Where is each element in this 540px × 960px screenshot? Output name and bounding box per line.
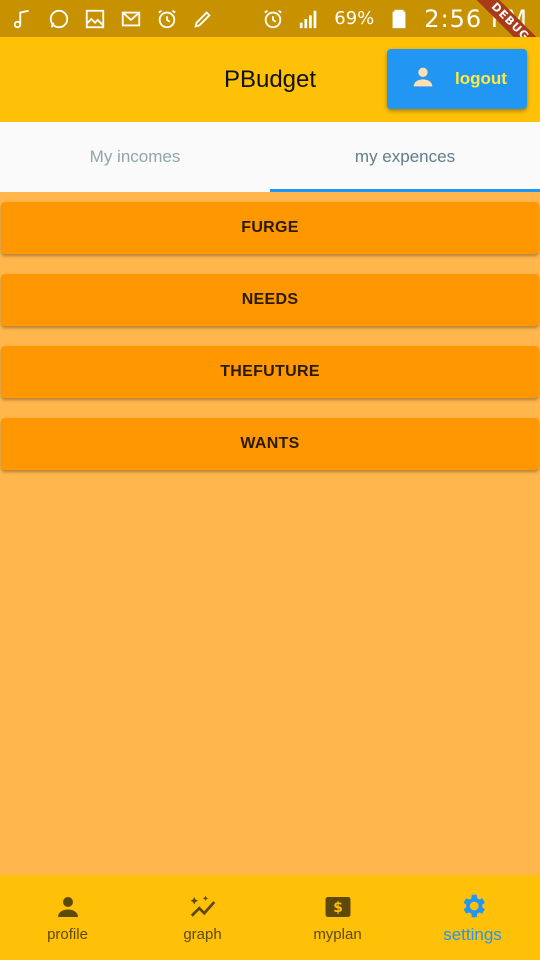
nav-label-myplan: myplan: [313, 926, 362, 943]
category-button-thefuture[interactable]: THEFUTURE: [1, 346, 539, 398]
category-button-wants[interactable]: WANTS: [1, 418, 539, 470]
auto-graph-icon: [190, 895, 215, 917]
svg-text:$: $: [333, 900, 343, 916]
tab-my-incomes[interactable]: My incomes: [0, 122, 270, 192]
gear-icon: [463, 894, 485, 917]
bottom-navigation: profile graph $ myplan settings: [0, 875, 540, 960]
alarm-icon: [156, 8, 178, 30]
expense-category-list: FURGE NEEDS THEFUTURE WANTS: [0, 202, 540, 490]
logout-label: logout: [455, 69, 507, 88]
battery-icon: [388, 8, 410, 30]
mail-icon: [120, 8, 142, 30]
nav-label-profile: profile: [47, 926, 88, 943]
status-left-icons: [12, 8, 214, 30]
tab-my-expences[interactable]: my expences: [270, 122, 540, 192]
money-icon: $: [325, 897, 350, 917]
nav-item-graph[interactable]: graph: [135, 875, 270, 960]
alarm-icon: [262, 8, 284, 30]
pen-icon: [192, 8, 214, 30]
nav-item-settings[interactable]: settings: [405, 875, 540, 960]
logout-button[interactable]: logout: [387, 49, 527, 109]
battery-percent: 69%: [334, 8, 375, 29]
music-note-icon: [12, 8, 34, 30]
nav-item-profile[interactable]: profile: [0, 875, 135, 960]
person-icon: [57, 897, 78, 917]
page-title: PBudget: [223, 65, 317, 93]
whatsapp-icon: [48, 8, 70, 30]
tab-bar: My incomes my expences: [0, 122, 540, 192]
nav-item-myplan[interactable]: $ myplan: [270, 875, 405, 960]
status-bar: 69% 2:56 PM DEBUG: [0, 0, 540, 71]
image-icon: [84, 8, 106, 30]
category-button-furge[interactable]: FURGE: [1, 202, 539, 254]
category-button-needs[interactable]: NEEDS: [1, 274, 539, 326]
app-bar: PBudget logout: [0, 37, 540, 122]
nav-label-settings: settings: [443, 924, 502, 944]
person-icon: [409, 63, 437, 96]
nav-label-graph: graph: [183, 926, 222, 943]
signal-icon: [298, 8, 320, 30]
